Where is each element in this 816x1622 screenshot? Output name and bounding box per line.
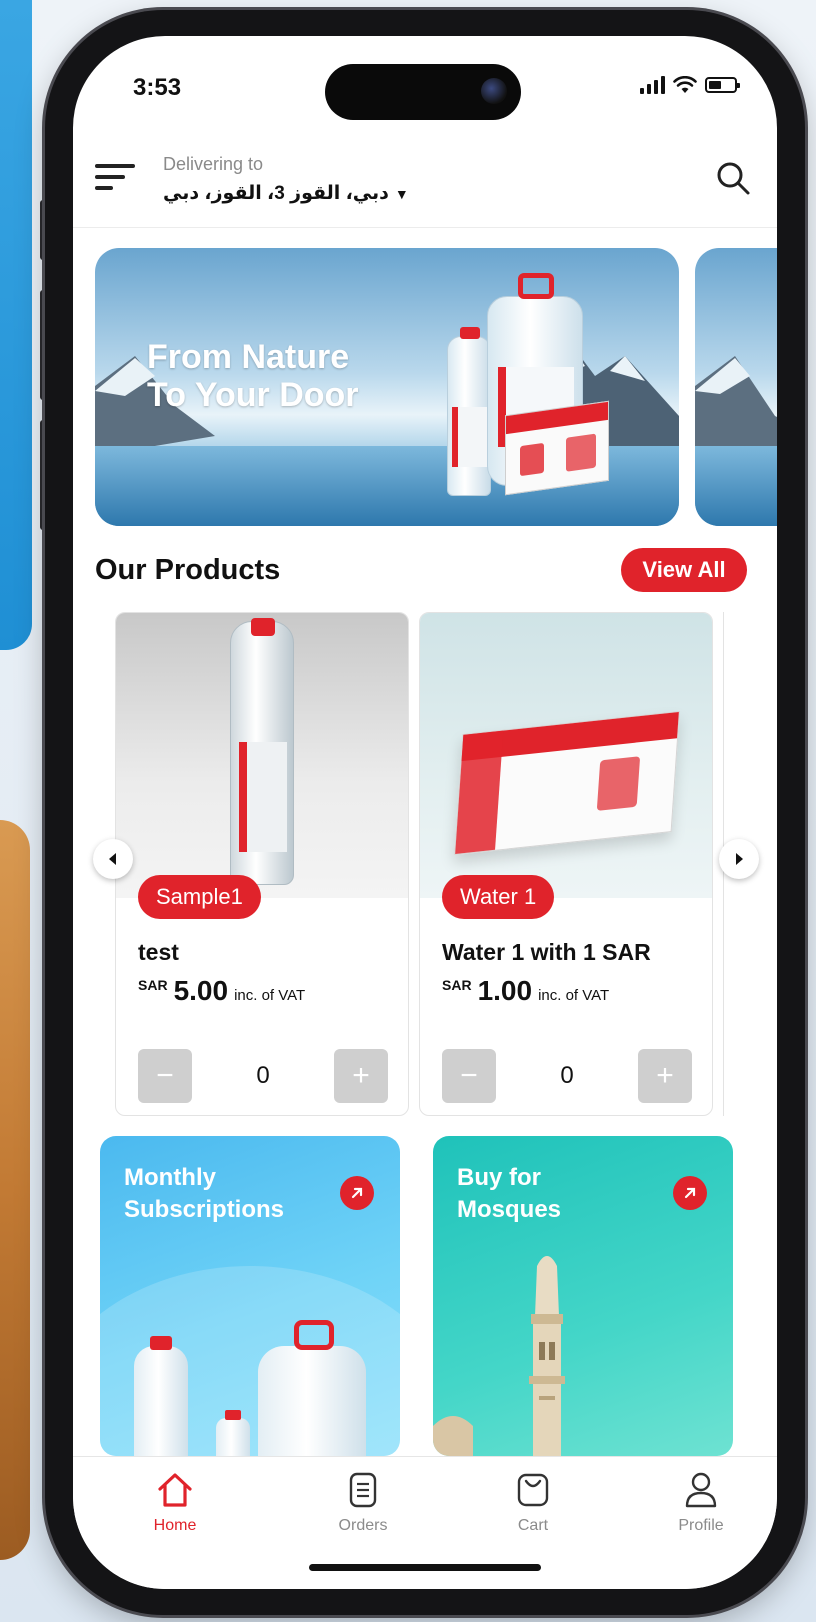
water-bottle-image [216, 1410, 250, 1456]
carousel-prev-button[interactable] [93, 839, 133, 879]
nav-item-home[interactable]: Home [115, 1471, 235, 1535]
view-all-button[interactable]: View All [621, 548, 747, 592]
price-vat-note: inc. of VAT [234, 987, 306, 1004]
minaret-illustration [433, 1256, 565, 1456]
mountains-illustration [695, 356, 777, 456]
signal-icon [640, 76, 665, 94]
status-time: 3:53 [133, 74, 182, 101]
arrow-up-right-icon[interactable] [673, 1176, 707, 1210]
water-gallon-image [258, 1320, 366, 1456]
price-currency: SAR [442, 977, 472, 993]
monthly-subscriptions-card[interactable]: Monthly Subscriptions [100, 1136, 400, 1456]
nav-label: Home [153, 1517, 197, 1534]
cart-icon [517, 1473, 549, 1507]
price-amount: 5.00 [173, 975, 229, 1006]
quantity-stepper: − 0 + [442, 1049, 692, 1103]
quantity-value: 0 [256, 1062, 270, 1089]
water-bottle-image [447, 327, 491, 496]
nav-label: Orders [338, 1517, 388, 1534]
delivering-to-label: Delivering to [163, 154, 264, 174]
chevron-down-icon: ▼ [394, 185, 409, 202]
price-vat-note: inc. of VAT [538, 987, 610, 1004]
decrement-button[interactable]: − [138, 1049, 192, 1103]
battery-icon [705, 77, 740, 93]
plus-icon: + [352, 1059, 370, 1092]
quantity-value: 0 [560, 1062, 574, 1089]
product-tag: Water 1 [442, 875, 555, 919]
delivery-address-selector[interactable]: دبي، القوز 3، القوز، دبي ▼ [163, 182, 409, 205]
carousel-next-button[interactable] [719, 839, 759, 879]
product-name: test [138, 939, 179, 965]
profile-icon [685, 1472, 717, 1508]
product-price: SAR 1.00 inc. of VAT [442, 975, 609, 1007]
product-image [116, 613, 408, 898]
quantity-stepper: − 0 + [138, 1049, 388, 1103]
price-currency: SAR [138, 977, 168, 993]
chevron-right-icon [736, 853, 743, 865]
nav-item-orders[interactable]: Orders [303, 1471, 423, 1535]
water-bottle-image [134, 1336, 188, 1456]
promo-banner[interactable]: From Nature To Your Door [95, 248, 679, 526]
search-icon[interactable] [713, 158, 753, 198]
product-card[interactable]: Sample1 test SAR 5.00 inc. of VAT − 0 + [115, 612, 409, 1116]
next-banner-preview[interactable] [695, 248, 777, 526]
wifi-icon [673, 76, 697, 93]
banner-title: From Nature To Your Door [147, 338, 359, 414]
product-name: Water 1 with 1 SAR [442, 939, 651, 965]
minus-icon: − [460, 1059, 478, 1092]
home-icon [158, 1473, 192, 1507]
orders-icon [349, 1472, 377, 1508]
app-header: Delivering to دبي، القوز 3، القوز، دبي ▼ [73, 146, 777, 228]
nav-label: Cart [517, 1517, 549, 1534]
increment-button[interactable]: + [637, 1049, 692, 1103]
product-card[interactable]: Water 1 Water 1 with 1 SAR SAR 1.00 inc.… [419, 612, 713, 1116]
home-indicator[interactable] [309, 1564, 541, 1571]
arrow-up-right-icon[interactable] [340, 1176, 374, 1210]
decrement-button[interactable]: − [442, 1049, 496, 1103]
background-card-desert [0, 820, 30, 1560]
buy-for-mosques-card[interactable]: Buy for Mosques [433, 1136, 733, 1456]
minus-icon: − [156, 1059, 174, 1092]
nav-label: Profile [678, 1517, 724, 1534]
dynamic-island [325, 64, 521, 120]
price-amount: 1.00 [477, 975, 533, 1006]
product-price: SAR 5.00 inc. of VAT [138, 975, 305, 1007]
promo-title: Monthly Subscriptions [124, 1164, 285, 1223]
product-image [420, 613, 712, 898]
product-tag: Sample1 [138, 875, 261, 919]
increment-button[interactable]: + [333, 1049, 388, 1103]
background-card-blue [0, 0, 32, 650]
camera-icon [481, 78, 507, 104]
promo-title: Buy for Mosques [457, 1164, 562, 1223]
app-screen: 3:53 Delivering to دبي، القوز 3، القوز، … [73, 36, 777, 1589]
menu-icon[interactable] [95, 162, 135, 192]
delivery-address: دبي، القوز 3، القوز، دبي [163, 183, 389, 204]
status-bar: 3:53 [73, 36, 777, 146]
phone-frame: 3:53 Delivering to دبي، القوز 3، القوز، … [45, 10, 805, 1615]
status-icons [640, 76, 740, 94]
plus-icon: + [656, 1059, 674, 1092]
nav-item-cart[interactable]: Cart [473, 1471, 593, 1535]
section-title: Our Products [95, 554, 281, 586]
sea-illustration [695, 446, 777, 526]
nav-item-profile[interactable]: Profile [641, 1471, 761, 1535]
water-carton-image [505, 400, 609, 496]
chevron-left-icon [109, 853, 116, 865]
